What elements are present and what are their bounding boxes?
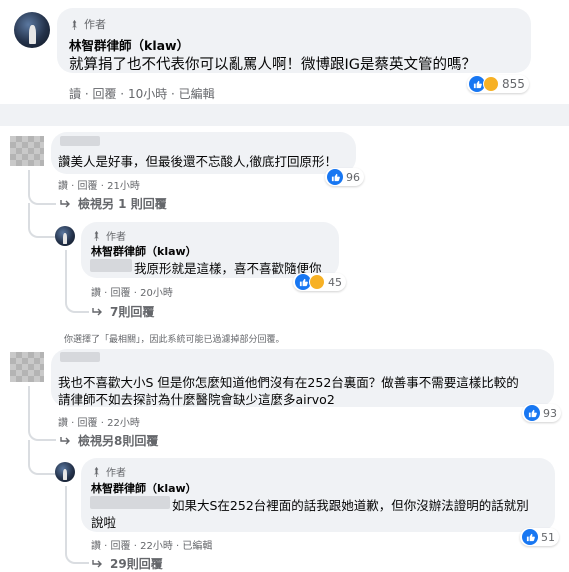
- thread-connector: [28, 386, 56, 441]
- commenter-avatar[interactable]: [10, 352, 44, 382]
- author-badge: 作者: [69, 16, 106, 32]
- author-pin-icon: [93, 466, 100, 477]
- author-pin-icon: [71, 19, 78, 30]
- reply-author-name[interactable]: 林智群律師（klaw）: [91, 480, 197, 496]
- reaction-count[interactable]: 855: [467, 75, 529, 93]
- comment-text: 就算捐了也不代表你可以亂罵人啊！微博跟IG是蔡英文管的嗎？: [69, 57, 477, 73]
- haha-icon: [483, 76, 499, 92]
- section-divider: [0, 104, 569, 126]
- author-pin-icon: [93, 230, 100, 241]
- reaction-count[interactable]: 51: [520, 528, 559, 546]
- mention-redacted: [90, 496, 170, 509]
- thread-connector: [28, 447, 56, 475]
- like-action[interactable]: 讚: [58, 181, 68, 192]
- author-badge-label: 作者: [106, 232, 126, 243]
- like-icon: [522, 529, 538, 545]
- reply-arrow-icon: [60, 436, 70, 444]
- author-badge-label: 作者: [84, 18, 106, 31]
- comment-text: 讚美人是好事，但最後還不忘酸人,徹底打回原形！: [58, 154, 337, 169]
- timestamp[interactable]: 22小時: [107, 418, 140, 429]
- reply-author-name[interactable]: 林智群律師（klaw）: [91, 243, 197, 259]
- filter-notice: 你選擇了「最相關」，因此系統可能已過濾掉部分回覆。: [64, 335, 285, 345]
- reaction-count[interactable]: 93: [522, 404, 561, 422]
- author-badge: 作者: [91, 228, 126, 243]
- thread-connector: [65, 540, 89, 564]
- reply-text-line-2: 說啦: [91, 515, 117, 530]
- reply-action[interactable]: 回覆: [92, 87, 116, 101]
- author-avatar[interactable]: [14, 12, 50, 48]
- like-action[interactable]: 讚: [58, 418, 68, 429]
- reply-arrow-icon: [60, 199, 70, 207]
- view-more-replies-label: 7則回覆: [110, 305, 155, 319]
- like-icon: [524, 405, 540, 421]
- reply-actions: 讚 · 回覆 · 22小時 · 已編輯: [91, 541, 213, 552]
- view-more-replies[interactable]: 7則回覆: [92, 303, 154, 320]
- edited-label: 已編輯: [182, 541, 213, 552]
- reaction-count-value: 51: [541, 530, 555, 544]
- view-more-replies-label: 29則回覆: [110, 557, 163, 571]
- comment-actions: 讚 · 回覆 · 22小時: [58, 418, 140, 429]
- commenter-name-redacted: [60, 136, 100, 146]
- like-icon: [327, 169, 343, 185]
- avatar-figure: [29, 24, 37, 45]
- view-more-replies[interactable]: 檢視另 1 則回覆: [60, 195, 167, 212]
- mention-redacted: [90, 259, 132, 272]
- view-more-replies[interactable]: 29則回覆: [92, 555, 163, 572]
- reaction-count-value: 855: [502, 77, 525, 91]
- author-avatar[interactable]: [55, 462, 75, 482]
- author-badge: 作者: [91, 464, 126, 479]
- haha-icon: [309, 274, 325, 290]
- thread-connector: [65, 290, 89, 313]
- comment-author-name[interactable]: 林智群律師（klaw）: [69, 35, 189, 54]
- reaction-count-value: 45: [328, 275, 342, 289]
- reply-action[interactable]: 回覆: [78, 418, 98, 429]
- view-more-replies-label: 檢視另8則回覆: [78, 434, 159, 448]
- timestamp[interactable]: 10小時: [128, 87, 167, 101]
- timestamp[interactable]: 21小時: [107, 181, 140, 192]
- like-action[interactable]: 讀: [69, 87, 81, 101]
- reply-text-line-1: 如果大S在252台裡面的話我跟她道歉，但你沒辦法證明的話就別: [172, 498, 529, 513]
- comment-actions: 讀 · 回覆 · 10小時 · 已編輯: [69, 87, 215, 101]
- thread-line: [65, 486, 67, 546]
- like-action[interactable]: 讚: [91, 288, 101, 299]
- avatar-figure: [63, 233, 68, 244]
- thread-connector: [28, 170, 56, 205]
- reply-action[interactable]: 回覆: [78, 181, 98, 192]
- timestamp[interactable]: 20小時: [140, 288, 173, 299]
- commenter-name-redacted: [60, 352, 100, 362]
- thread-connector: [28, 210, 56, 238]
- comment-actions: 讚 · 回覆 · 21小時: [58, 181, 140, 192]
- reaction-count-value: 93: [543, 406, 557, 420]
- reaction-count[interactable]: 96: [325, 168, 364, 186]
- commenter-avatar[interactable]: [10, 136, 44, 166]
- timestamp[interactable]: 22小時: [140, 541, 173, 552]
- author-badge-label: 作者: [106, 468, 126, 479]
- reply-arrow-icon: [92, 559, 102, 567]
- avatar-figure: [63, 469, 68, 480]
- reply-arrow-icon: [92, 307, 102, 315]
- reaction-count[interactable]: 45: [293, 273, 346, 291]
- like-action[interactable]: 讚: [91, 541, 101, 552]
- reply-text: 我原形就是這樣，喜不喜歡隨便你: [134, 261, 322, 276]
- reply-actions: 讚 · 回覆 · 20小時: [91, 288, 173, 299]
- reply-action[interactable]: 回覆: [111, 288, 131, 299]
- reply-action[interactable]: 回覆: [111, 541, 131, 552]
- view-more-replies-label: 檢視另 1 則回覆: [78, 197, 167, 211]
- reaction-count-value: 96: [346, 170, 360, 184]
- edited-label: 已編輯: [178, 87, 215, 101]
- comment-text-line-2: 請律師不如去探討為什麼醫院會缺少這麼多airvo2: [58, 392, 335, 407]
- author-avatar[interactable]: [55, 226, 75, 246]
- view-more-replies[interactable]: 檢視另8則回覆: [60, 432, 158, 449]
